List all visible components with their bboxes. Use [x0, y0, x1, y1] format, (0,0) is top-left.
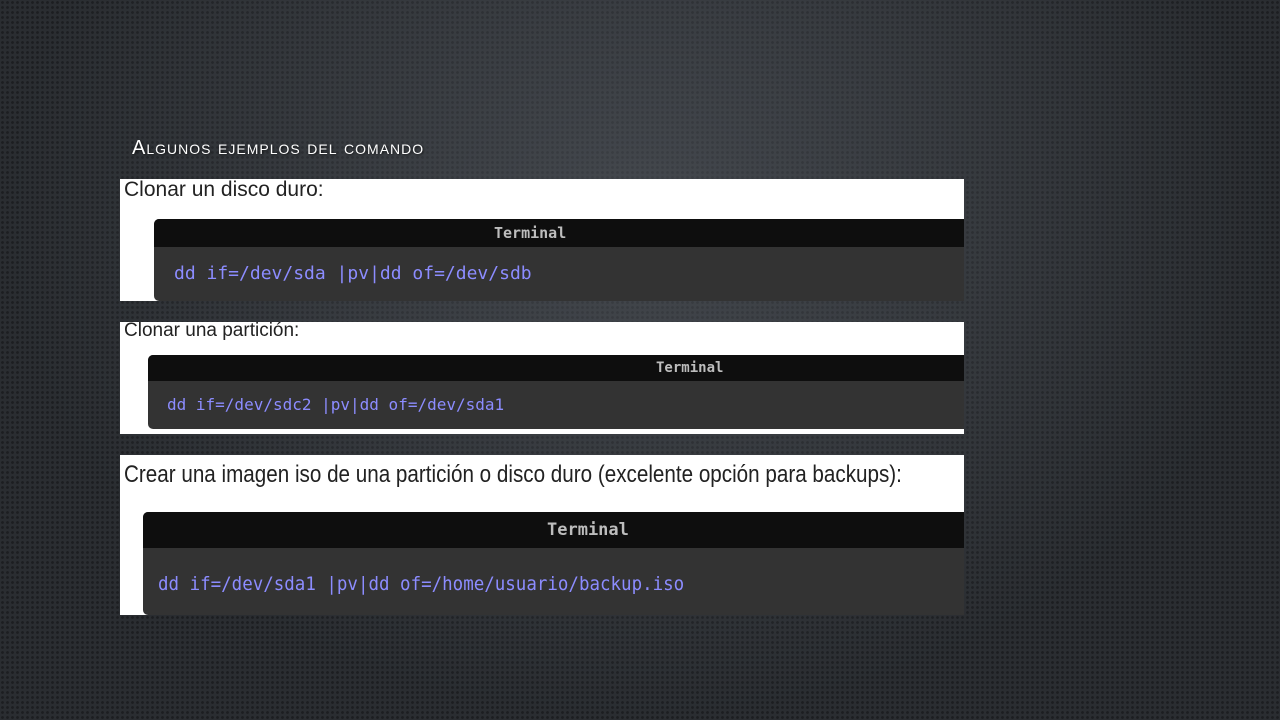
- example-clone-partition: Clonar una partición: Terminal dd if=/de…: [120, 322, 964, 434]
- terminal-window: Terminal dd if=/dev/sda |pv|dd of=/dev/s…: [154, 219, 964, 301]
- terminal-command: dd if=/dev/sda |pv|dd of=/dev/sdb: [174, 263, 532, 284]
- terminal-window: Terminal dd if=/dev/sda1 |pv|dd of=/home…: [143, 512, 964, 615]
- terminal-command: dd if=/dev/sda1 |pv|dd of=/home/usuario/…: [158, 573, 685, 595]
- terminal-window: Terminal dd if=/dev/sdc2 |pv|dd of=/dev/…: [148, 355, 964, 429]
- terminal-title-bar: Terminal: [143, 512, 964, 548]
- terminal-command: dd if=/dev/sdc2 |pv|dd of=/dev/sda1: [167, 395, 505, 414]
- terminal-title-bar: Terminal: [154, 219, 964, 247]
- example-label: Crear una imagen iso de una partición o …: [124, 461, 902, 488]
- terminal-title-bar: Terminal: [148, 355, 964, 381]
- slide-title: Algunos ejemplos del comando: [132, 137, 425, 159]
- example-label: Clonar una partición:: [124, 322, 300, 341]
- example-clone-disk: Clonar un disco duro: Terminal dd if=/de…: [120, 179, 964, 301]
- example-label: Clonar un disco duro:: [124, 179, 324, 201]
- example-create-iso: Crear una imagen iso de una partición o …: [120, 455, 964, 615]
